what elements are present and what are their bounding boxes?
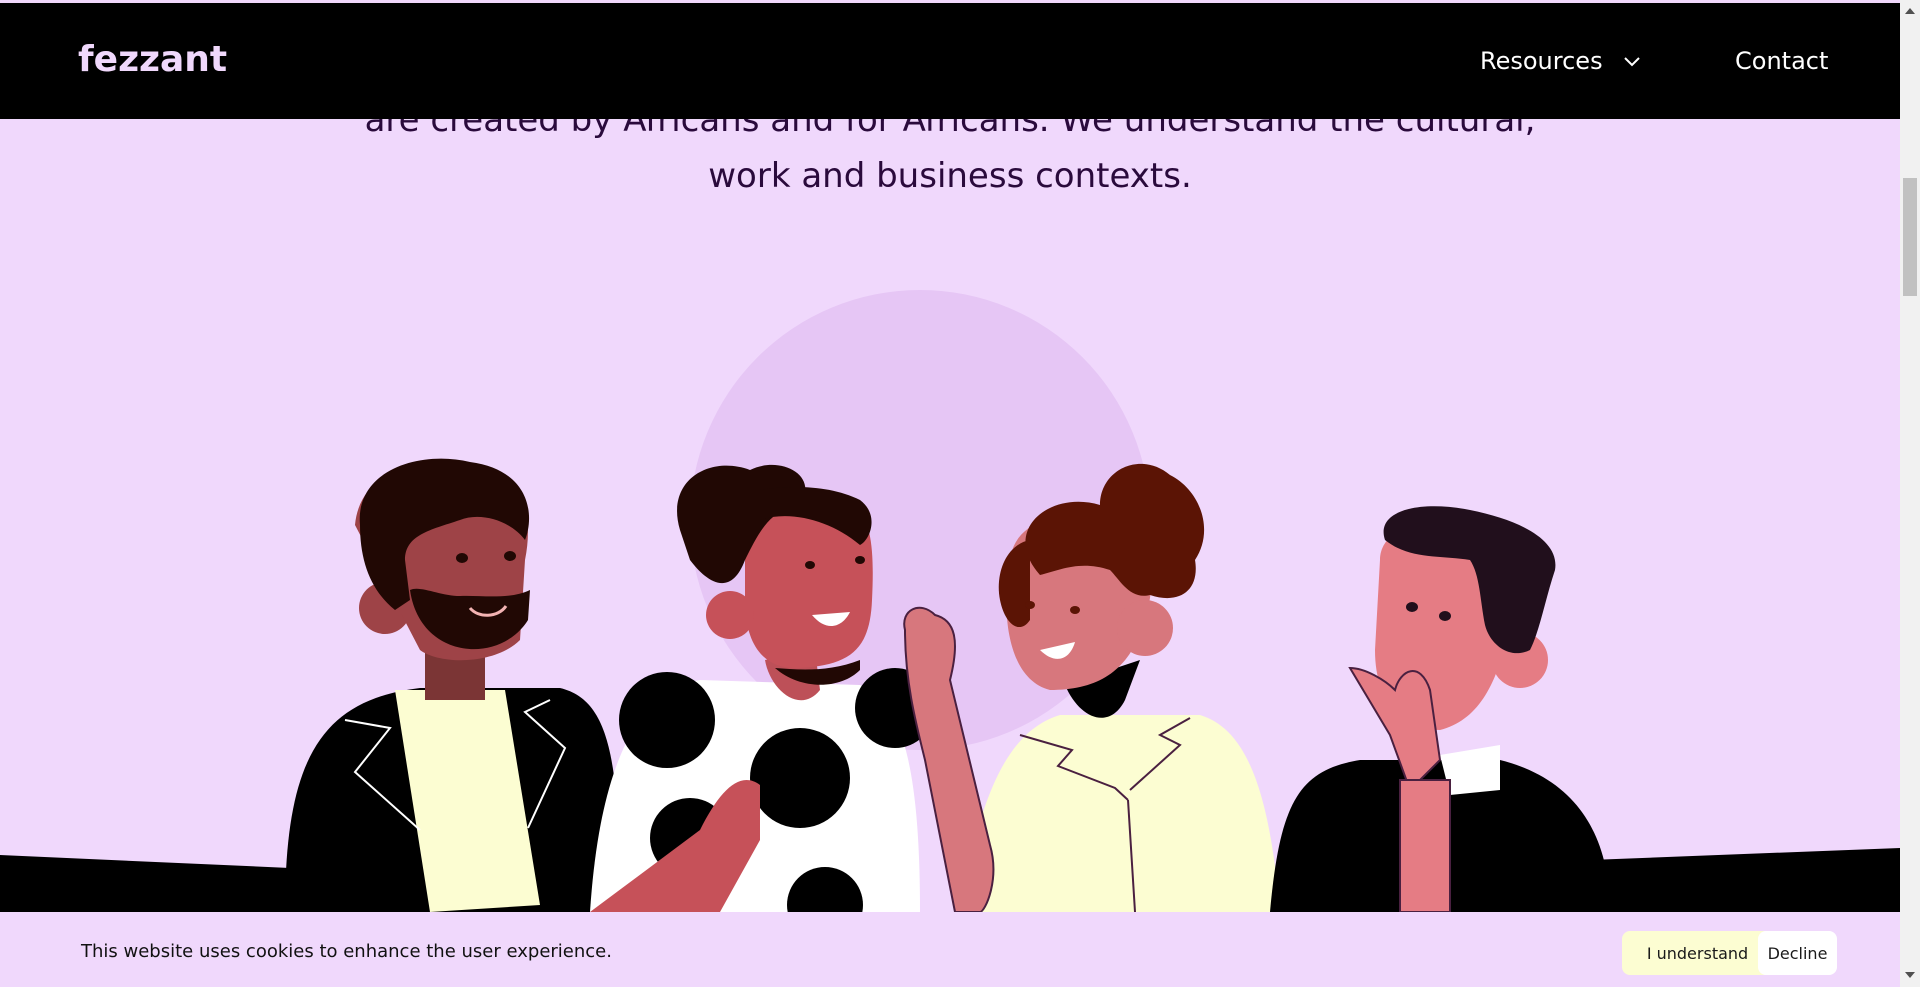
base-strip-left xyxy=(0,855,290,912)
scroll-up-arrow-icon[interactable] xyxy=(1905,8,1915,14)
vertical-scrollbar[interactable] xyxy=(1900,0,1920,987)
brand-logo[interactable]: fezzant xyxy=(78,39,227,80)
person-bearded-man xyxy=(285,458,620,912)
cookie-decline-button[interactable]: Decline xyxy=(1758,931,1837,975)
scrollbar-thumb[interactable] xyxy=(1903,178,1917,296)
base-strip-right xyxy=(1590,848,1900,912)
cookie-message: This website uses cookies to enhance the… xyxy=(81,941,612,962)
page: are created by Africans and for Africans… xyxy=(0,0,1900,987)
chevron-down-icon xyxy=(1623,57,1640,67)
scroll-down-arrow-icon[interactable] xyxy=(1905,972,1915,978)
nav-resources-dropdown[interactable]: Resources xyxy=(1480,47,1643,75)
top-navigation-bar: fezzant Resources Contact xyxy=(0,3,1900,119)
nav-contact-link[interactable]: Contact xyxy=(1735,47,1828,75)
cookie-accept-button[interactable]: I understand xyxy=(1622,931,1773,975)
team-illustration xyxy=(0,290,1900,943)
cookie-banner: This website uses cookies to enhance the… xyxy=(0,912,1900,987)
nav-resources-label: Resources xyxy=(1480,47,1603,75)
person-thinking-man xyxy=(1270,506,1610,913)
